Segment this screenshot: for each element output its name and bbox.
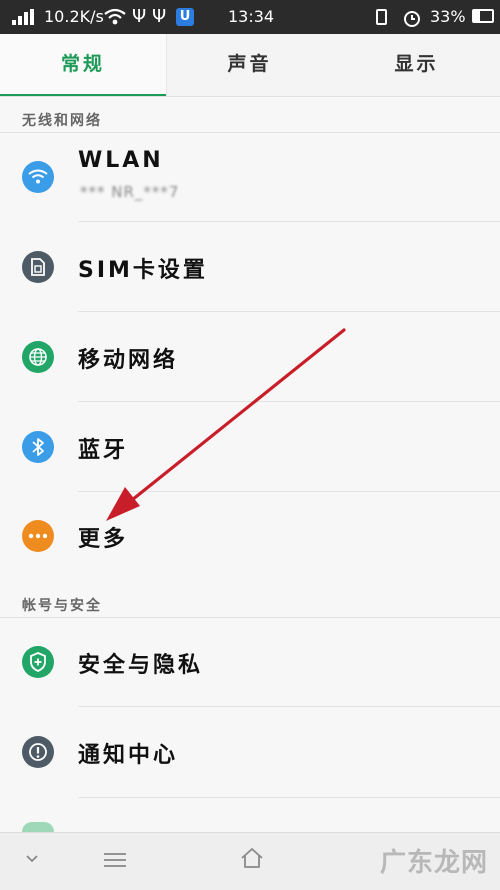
menu-icon[interactable] xyxy=(103,852,127,868)
chevron-down-icon[interactable] xyxy=(26,855,38,863)
annotation-arrow xyxy=(106,328,346,521)
home-icon[interactable] xyxy=(240,847,264,869)
watermark: 广东龙网 xyxy=(379,848,488,878)
